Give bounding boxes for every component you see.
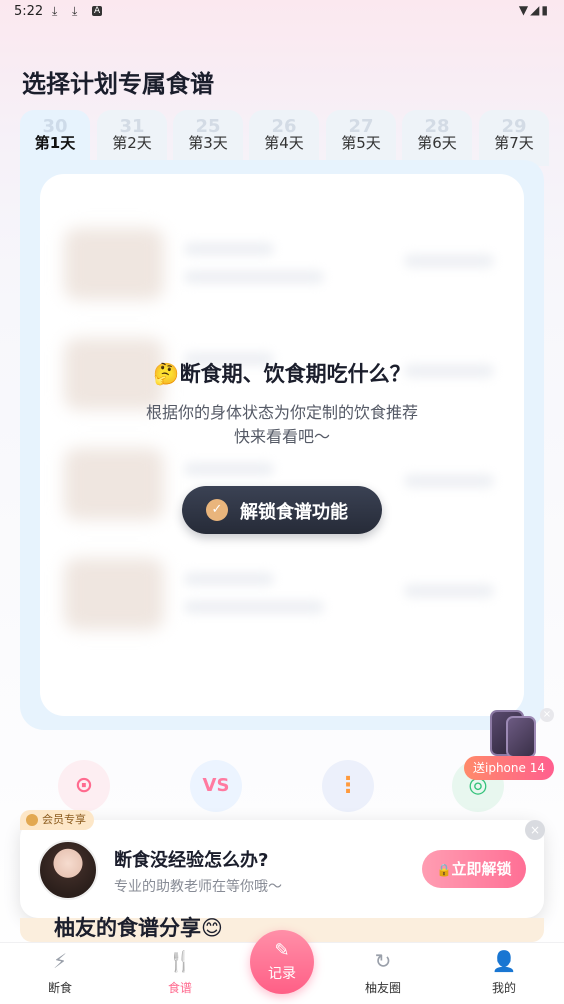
blurred-text [184, 242, 274, 256]
page-title: 选择计划专属食谱 [22, 70, 214, 98]
tab-day-5[interactable]: 27 第5天 [326, 110, 396, 166]
share-section-title: 柚友的食谱分享😊 [54, 916, 223, 940]
tab-recipes[interactable]: 🍴 食谱 [145, 949, 215, 996]
member-badge: 会员专享 [20, 810, 94, 830]
fork-knife-icon: 🍴 [167, 949, 193, 973]
tab-community[interactable]: ↻ 柚友圈 [348, 949, 418, 996]
day-tab-label: 第2天 [112, 134, 152, 152]
day-tab-label: 第1天 [34, 134, 76, 152]
blurred-thumbnail [64, 228, 164, 300]
record-label: 记录 [268, 966, 296, 982]
signal-icon: ◢ [530, 3, 542, 17]
blurred-recipe-row [64, 228, 500, 308]
lock-icon: 🔒 [436, 863, 452, 877]
blurred-text [404, 254, 494, 268]
blurred-text [184, 270, 324, 284]
tab-day-1[interactable]: 30 第1天 [20, 110, 90, 166]
tab-day-3[interactable]: 25 第3天 [173, 110, 243, 166]
unlock-now-button[interactable]: 🔒立即解锁 [422, 850, 526, 888]
tab-label: 断食 [47, 981, 72, 995]
refresh-icon: ↻ [374, 949, 392, 973]
pencil-icon: ✎ [274, 940, 290, 961]
status-time: 5:22 [14, 4, 44, 19]
close-icon[interactable]: × [525, 820, 545, 840]
blurred-text [184, 572, 274, 586]
battery-icon: ▮ [541, 3, 550, 17]
day-tab-label: 第3天 [188, 134, 228, 152]
locked-subtitle: 根据你的身体状态为你定制的饮食推荐 快来看看吧～ [0, 401, 564, 449]
day-tab-label: 第5天 [341, 134, 381, 152]
traffic-light-icon[interactable]: ⋮ [322, 760, 374, 812]
day-tabs: 30 第1天 31 第2天 25 第3天 26 第4天 27 第5天 28 第6天 29 第7… [20, 110, 564, 166]
user-icon: 👤 [491, 949, 517, 973]
vip-icon [26, 814, 38, 826]
blurred-text [404, 474, 494, 488]
record-button[interactable]: ✎ 记录 [250, 930, 314, 994]
wifi-icon: ▼ [518, 3, 531, 17]
tab-label: 我的 [491, 981, 516, 995]
unlock-now-label: 立即解锁 [451, 860, 512, 878]
checkmark-badge-icon: ✓ [206, 499, 228, 521]
tab-fasting[interactable]: ⚡ 断食 [25, 949, 95, 996]
phone-icon [506, 716, 536, 758]
blurred-text [184, 600, 324, 614]
blurred-thumbnail [64, 448, 164, 520]
tab-day-7[interactable]: 29 第7天 [479, 110, 549, 166]
coach-subtitle: 专业的助教老师在等你哦～ [114, 879, 282, 895]
tab-day-2[interactable]: 31 第2天 [97, 110, 167, 166]
locked-title-text: 断食期、饮食期吃什么？ [179, 362, 411, 386]
blurred-thumbnail [64, 558, 164, 630]
close-icon[interactable]: × [540, 708, 554, 722]
blurred-recipe-row [64, 558, 500, 638]
promo-label: 送iphone 14 [464, 756, 554, 780]
blurred-text [404, 584, 494, 598]
blurred-text [184, 462, 274, 476]
thinking-emoji-icon: 🤔 [153, 362, 180, 386]
unlock-recipe-button[interactable]: ✓ 解锁食谱功能 [182, 486, 382, 534]
coach-card[interactable]: 断食没经验怎么办? 专业的助教老师在等你哦～ 🔒立即解锁 [20, 820, 544, 918]
tab-label: 柚友圈 [364, 981, 401, 995]
locked-subtitle-line: 快来看看吧～ [233, 427, 330, 446]
member-badge-label: 会员专享 [42, 813, 86, 826]
download-icon: ⤓ [52, 4, 58, 18]
status-bar: 5:22 ⤓ ⤓ A ▼◢▮ [0, 0, 564, 24]
avatar [38, 840, 98, 900]
day-tab-label: 第4天 [264, 134, 304, 152]
status-indicators: ▼◢▮ [519, 3, 550, 17]
locked-subtitle-line: 根据你的身体状态为你定制的饮食推荐 [145, 403, 418, 422]
unlock-recipe-label: 解锁食谱功能 [240, 502, 348, 523]
tab-day-6[interactable]: 28 第6天 [402, 110, 472, 166]
tab-profile[interactable]: 👤 我的 [469, 949, 539, 996]
download-icon: ⤓ [72, 4, 78, 18]
versus-icon[interactable]: VS [190, 760, 242, 812]
lightning-icon: ⚡ [52, 949, 68, 973]
locked-title: 🤔断食期、饮食期吃什么？ [0, 358, 564, 388]
magnifier-icon[interactable]: ⊙ [58, 760, 110, 812]
tab-label: 食谱 [167, 981, 192, 995]
coach-title: 断食没经验怎么办? [114, 850, 269, 871]
day-tab-label: 第6天 [417, 134, 457, 152]
tab-day-4[interactable]: 26 第4天 [249, 110, 319, 166]
app-icon: A [92, 6, 103, 16]
iphone-promo[interactable]: 送iphone 14 × [462, 706, 558, 796]
day-tab-label: 第7天 [494, 134, 534, 152]
